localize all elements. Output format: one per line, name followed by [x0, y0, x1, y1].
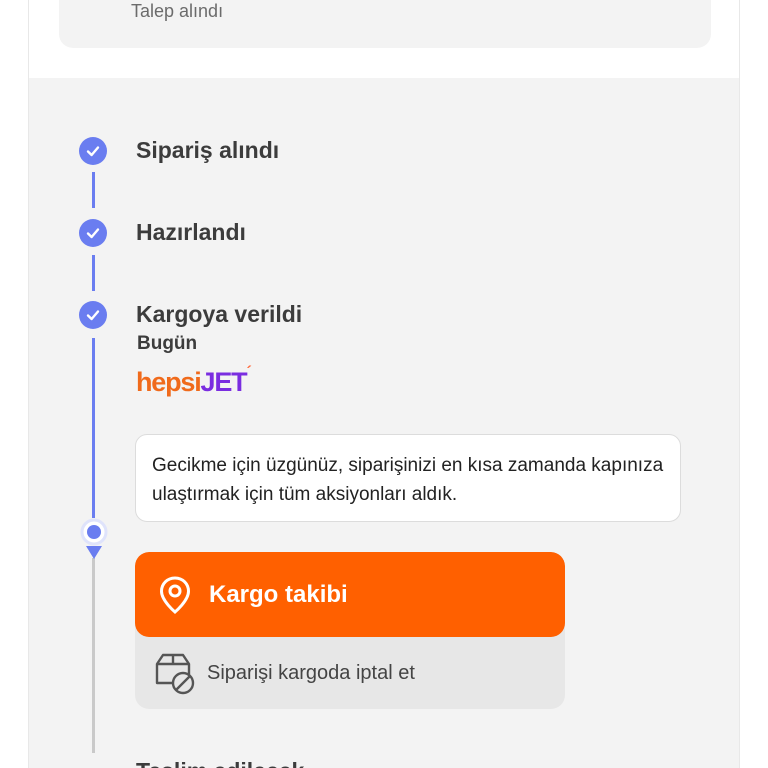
track-shipment-button[interactable]: Kargo takibi: [135, 552, 565, 637]
cancel-order-in-shipping-button[interactable]: Siparişi kargoda iptal et: [135, 637, 565, 709]
track-shipment-label: Kargo takibi: [209, 580, 348, 608]
shipment-actions-card: Kargo takibi Siparişi kargoda iptal et: [135, 552, 565, 709]
delay-message-text: Gecikme için üzgünüz, siparişinizi en kı…: [152, 455, 664, 505]
step-title-prepared: Hazırlandı: [136, 219, 246, 245]
location-pin-icon: [159, 575, 191, 614]
timeline-connector: [92, 338, 95, 518]
request-status-text: Talep alındı: [131, 1, 224, 21]
step-title-next: Teslim edilecek: [136, 758, 304, 768]
current-step-marker-icon: [80, 518, 108, 559]
cancel-order-label: Siparişi kargoda iptal et: [207, 661, 415, 684]
timeline-connector-pending: [92, 558, 95, 753]
check-icon: [79, 219, 107, 247]
carrier-logo: hepsiJET´: [136, 364, 252, 397]
step-title-shipped: Kargoya verildi: [136, 301, 303, 327]
delay-message-card: Gecikme için üzgünüz, siparişinizi en kı…: [135, 434, 681, 522]
check-icon: [79, 301, 107, 329]
timeline-connector: [92, 255, 95, 291]
timeline-connector: [92, 172, 95, 208]
check-icon: [79, 137, 107, 165]
order-tracking-panel: Talep alındı Sipariş alındı Hazırlandı K…: [28, 0, 740, 768]
request-card: Talep alındı: [59, 0, 711, 48]
step-date: Bugün: [137, 333, 198, 354]
step-title-order-received: Sipariş alındı: [136, 137, 280, 163]
box-cancel-icon: [155, 653, 195, 695]
request-section: Talep alındı: [29, 0, 739, 78]
